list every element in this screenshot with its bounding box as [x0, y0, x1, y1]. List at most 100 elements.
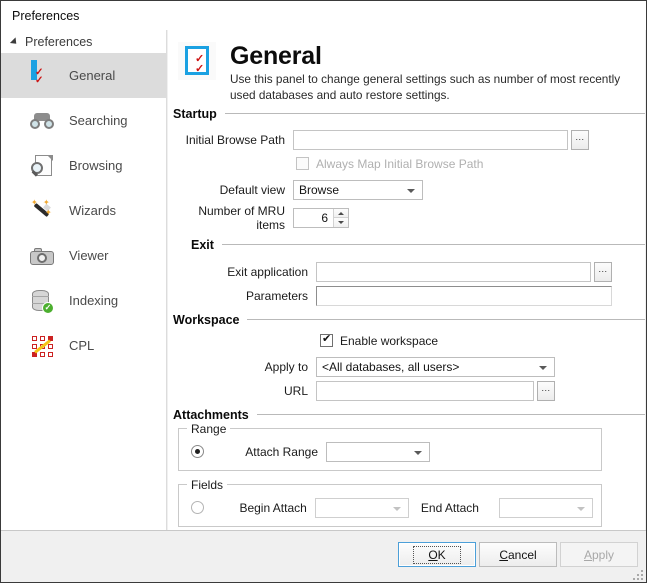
- end-attach-label: End Attach: [420, 500, 479, 515]
- apply-button[interactable]: Apply: [560, 542, 638, 567]
- enable-workspace-checkbox[interactable]: [320, 333, 333, 348]
- binoculars-icon: [29, 108, 55, 134]
- initial-browse-path-input[interactable]: [293, 129, 568, 150]
- chevron-down-icon: [393, 506, 402, 511]
- sidebar-item-indexing[interactable]: ✓ Indexing: [1, 278, 166, 323]
- sidebar-navigation: Preferences ✓ ✓ General Searching Browsi…: [1, 30, 167, 530]
- enable-workspace-row: Enable workspace: [320, 333, 645, 348]
- cancel-label-rest: ancel: [507, 547, 537, 562]
- mru-row: Number of MRU items 6: [168, 204, 645, 232]
- initial-browse-path-browse-button[interactable]: ...: [571, 129, 589, 150]
- mru-decrement-button[interactable]: [334, 218, 348, 227]
- checklist-icon: ✓ ✓: [29, 59, 55, 89]
- chevron-down-icon: [539, 365, 547, 370]
- sidebar-item-label: CPL: [69, 338, 95, 353]
- range-groupbox: Range Attach Range: [178, 421, 602, 471]
- range-group-label: Range: [187, 421, 231, 436]
- cancel-accel: C: [499, 547, 508, 562]
- resize-grip[interactable]: [631, 568, 643, 580]
- chevron-down-icon: [407, 188, 415, 193]
- section-attachments: Attachments: [168, 408, 645, 422]
- section-workspace: Workspace: [168, 313, 645, 327]
- section-divider: [224, 113, 645, 115]
- camera-icon: [29, 243, 55, 269]
- sidebar-item-browsing[interactable]: Browsing: [1, 143, 166, 188]
- initial-browse-path-label: Initial Browse Path: [185, 132, 285, 147]
- page-title: General: [230, 42, 322, 70]
- exit-application-input[interactable]: [316, 261, 591, 282]
- parameters-row: Parameters: [168, 285, 645, 306]
- section-exit: Exit: [168, 238, 645, 252]
- chevron-down-icon: [577, 506, 586, 511]
- cancel-button[interactable]: Cancel: [479, 542, 557, 567]
- sidebar-item-label: Viewer: [69, 248, 109, 263]
- sidebar-item-viewer[interactable]: Viewer: [1, 233, 166, 278]
- sidebar-item-label: Indexing: [69, 293, 119, 308]
- section-startup: Startup: [168, 107, 645, 121]
- database-check-icon: ✓: [29, 288, 55, 314]
- section-divider: [221, 244, 645, 246]
- grid-color-icon: [29, 333, 55, 359]
- apply-to-value: <All databases, all users>: [322, 359, 460, 374]
- magic-wand-icon: ✦ ✦ ✦: [31, 197, 52, 217]
- url-row: URL ...: [168, 380, 645, 401]
- initial-browse-path-row: Initial Browse Path ...: [168, 129, 645, 150]
- sidebar-item-wizards[interactable]: ✦ ✦ ✦ Wizards: [1, 188, 166, 233]
- sidebar-item-general[interactable]: ✓ ✓ General: [1, 53, 166, 98]
- sidebar-item-label: General: [69, 68, 116, 83]
- parameters-label: Parameters: [245, 288, 308, 303]
- apply-to-row: Apply to <All databases, all users>: [168, 356, 645, 377]
- checklist-icon: ✓ ✓: [178, 42, 216, 80]
- settings-panel: ✓ ✓ General Use this panel to change gene…: [168, 30, 645, 530]
- apply-to-label: Apply to: [264, 359, 308, 374]
- exit-application-row: Exit application ...: [168, 261, 645, 282]
- default-view-value: Browse: [299, 182, 340, 197]
- tree-root-preferences[interactable]: Preferences: [1, 30, 166, 53]
- mru-stepper[interactable]: 6: [293, 207, 349, 228]
- begin-attach-label: Begin Attach: [239, 500, 307, 515]
- preferences-window: Preferences Preferences ✓ ✓ General Searc…: [0, 0, 647, 583]
- chevron-down-icon: [414, 450, 422, 455]
- enable-workspace-label: Enable workspace: [340, 333, 439, 348]
- default-view-label: Default view: [219, 182, 285, 197]
- default-view-select[interactable]: Browse: [293, 179, 423, 200]
- panel-header: ✓ ✓ General Use this panel to change gene…: [168, 30, 645, 103]
- section-divider: [247, 319, 645, 321]
- url-browse-button[interactable]: ...: [537, 380, 555, 401]
- mru-label: Number of MRU items: [198, 203, 285, 232]
- always-map-row: Always Map Initial Browse Path: [296, 157, 645, 171]
- window-title: Preferences: [12, 8, 80, 23]
- range-radio[interactable]: [191, 445, 204, 459]
- always-map-label: Always Map Initial Browse Path: [316, 156, 484, 171]
- ok-button[interactable]: OK: [398, 542, 476, 567]
- page-search-icon: [29, 153, 55, 179]
- fields-radio[interactable]: [191, 501, 204, 515]
- begin-attach-select[interactable]: [314, 497, 410, 518]
- sidebar-item-cpl[interactable]: CPL: [1, 323, 166, 368]
- url-input[interactable]: [316, 380, 534, 401]
- end-attach-select[interactable]: [498, 497, 594, 518]
- fields-groupbox: Fields Begin Attach End Attach: [178, 477, 602, 527]
- section-label: Attachments: [173, 407, 249, 422]
- section-label: Workspace: [173, 312, 240, 327]
- ok-label-rest: K: [437, 547, 446, 562]
- mru-increment-button[interactable]: [334, 208, 348, 219]
- page-description: Use this panel to change general setting…: [230, 72, 621, 102]
- exit-application-browse-button[interactable]: ...: [594, 261, 612, 282]
- section-divider: [256, 414, 645, 416]
- exit-application-label: Exit application: [227, 264, 308, 279]
- apply-to-select[interactable]: <All databases, all users>: [316, 356, 555, 377]
- fields-group-label: Fields: [187, 477, 228, 492]
- parameters-input[interactable]: [316, 285, 612, 306]
- apply-accel: A: [583, 547, 592, 562]
- attach-range-label: Attach Range: [245, 444, 318, 459]
- sidebar-item-label: Browsing: [69, 158, 123, 173]
- attach-range-select[interactable]: [326, 441, 430, 462]
- ok-accel: O: [428, 547, 438, 562]
- dialog-footer: OK Cancel Apply: [1, 531, 646, 582]
- always-map-checkbox[interactable]: [296, 157, 309, 171]
- chevron-down-icon[interactable]: [9, 36, 20, 47]
- sidebar-item-label: Wizards: [69, 203, 116, 218]
- sidebar-item-searching[interactable]: Searching: [1, 98, 166, 143]
- default-view-row: Default view Browse: [168, 179, 645, 200]
